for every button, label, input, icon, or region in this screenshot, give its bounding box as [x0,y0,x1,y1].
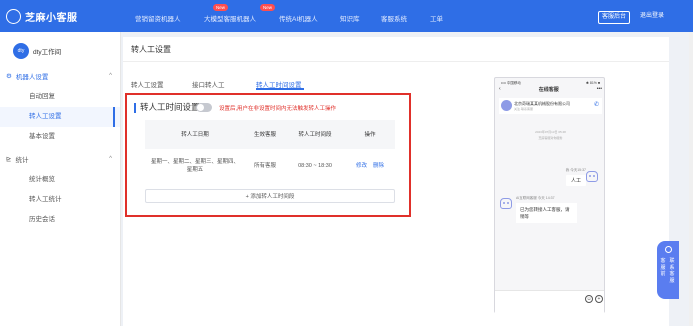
float-label-2: 联系客服 [669,258,675,284]
cell-time-range: 08:30 ~ 18:30 [298,163,332,169]
chat-title: 在线客服 [538,87,559,93]
sidebar-group-robot[interactable]: ⚙ 机器人设置 ^ [6,71,112,81]
divider [123,61,669,62]
chevron-up-icon: ^ [109,73,112,79]
company-sub: 关注·联系客服 [514,107,533,111]
sidebar-item-history[interactable]: 历史会话 [0,210,120,230]
sidebar-item-transfer-label: 转人工设置 [29,113,62,120]
user-avatar-icon [586,171,598,182]
table-header: 转人工日期 生效客服 转人工时间段 操作 [145,120,395,149]
user-message: 人工 [565,175,586,186]
workspace-name: dty工作间 [33,49,62,56]
emoji-icon: ☺ [585,295,593,303]
section-hint: 设置后,用户在非设置时间内无法触发转人工操作 [219,106,337,112]
sidebar-item-transfer[interactable]: 转人工设置 [0,107,120,127]
sidebar-item-overview[interactable]: 统计概览 [0,170,120,190]
transfer-time-toggle[interactable] [196,103,212,112]
floating-contact-button[interactable]: 客服前 联系客服 [657,241,679,299]
col-agents: 生效客服 [253,131,276,138]
back-icon: ‹ [499,86,501,92]
logout-button[interactable]: 退出登录 [637,11,667,24]
sidebar: dty dty工作间 ⚙ 机器人设置 ^ 自动回复 转人工设置 基本设置 ⊵ 统… [0,32,121,326]
chart-icon: ⊵ [6,156,12,163]
brand-logo-icon [6,9,21,24]
sidebar-group-stats[interactable]: ⊵ 统计 ^ [6,154,112,164]
nav-llm-bot-label: 大模型客服机器人 [204,16,256,23]
chat-header: ‹ 在线客服 ••• [499,86,602,93]
col-date: 转人工日期 [181,131,209,138]
nav-service-system[interactable]: 客服系统 [381,13,407,23]
phone-call-icon: ✆ [593,102,599,108]
float-label-1: 客服前 [660,258,666,277]
workspace-switcher[interactable]: dty dty工作间 [13,43,61,59]
nav-ticket[interactable]: 工单 [430,13,443,23]
section-marker [134,103,136,113]
nav-knowledge[interactable]: 知识库 [340,13,360,23]
user-label: 我 今天15:37 [565,168,586,172]
more-icon: ••• [596,86,602,92]
col-actions: 操作 [364,131,376,138]
bot-avatar-icon [500,198,512,209]
new-badge: New [213,4,229,11]
chat-input-bar: ☺ + [495,290,604,313]
main-content: 转人工设置 转人工设置 接口转人工 转人工时间设置 转人工时间设置 设置后,用户… [123,37,669,326]
tab-transfer-settings[interactable]: 转人工设置 [131,79,164,89]
new-badge: New [260,4,276,11]
nav-ai-bot[interactable]: 传统AI机器人 New [260,4,318,23]
service-icon [665,246,672,253]
bot-message: 已为您转接人工客服，请稍等 [516,203,577,223]
page-title: 转人工设置 [131,45,171,54]
transfer-time-panel: 转人工时间设置 设置后,用户在非设置时间内无法触发转人工操作 转人工日期 生效客… [125,93,411,217]
active-indicator [113,107,115,127]
sidebar-group-stats-label: 统计 [15,157,29,164]
company-card: 北京奇瑞某某机械股份有限公司 关注·联系客服 ✆ [499,98,602,114]
edit-link[interactable]: 修改 [356,162,367,170]
nav-marketing[interactable]: 营销留资机器人 [135,13,181,23]
workspace-avatar: dty [13,43,29,59]
cell-dates: 星期一、星期二、星期三、星期四、星期五 [150,159,239,173]
sidebar-group-robot-label: 机器人设置 [15,74,49,81]
col-time-range: 转人工时间段 [298,131,332,138]
bot-label: AI互联网客服 今天 14:37 [516,196,555,200]
chat-timestamp: 2023年07月13日 05:48 [535,130,566,134]
sidebar-item-basic[interactable]: 基本设置 [0,127,120,147]
plus-icon: + [595,295,603,303]
cell-actions: 修改 删除 [345,149,395,183]
sidebar-item-transfer-stats[interactable]: 转人工统计 [0,190,120,210]
gear-icon: ⚙ [6,73,12,80]
top-bar: 芝麻小客服 营销留资机器人 大模型客服机器人 New 传统AI机器人 New 知… [0,0,693,32]
add-time-range-button[interactable]: + 添加转人工时间段 [145,189,395,203]
delete-link[interactable]: 删除 [373,162,384,170]
service-backend-button[interactable]: 客服后台 [598,11,631,24]
company-avatar [501,100,512,111]
sidebar-item-auto-reply[interactable]: 自动回复 [0,87,120,107]
chat-system-note: 芝麻客服对你服务 [538,136,563,140]
cell-agents: 所有客服 [253,163,276,169]
active-tab-underline [256,88,304,90]
chevron-up-icon: ^ [109,156,112,162]
time-table: 转人工日期 生效客服 转人工时间段 操作 星期一、星期二、星期三、星期四、星期五… [145,120,395,183]
page-scrollbar[interactable] [689,32,693,326]
table-row: 星期一、星期二、星期三、星期四、星期五 所有客服 08:30 ~ 18:30 修… [145,149,395,183]
brand-name: 芝麻小客服 [25,13,78,24]
tab-api-transfer[interactable]: 接口转人工 [192,79,225,89]
nav-ai-bot-label: 传统AI机器人 [279,16,318,23]
nav-llm-bot[interactable]: 大模型客服机器人 New [204,4,256,23]
section-title: 转人工时间设置 [140,102,200,112]
mobile-preview: •••• 中国移动 ✱ 81% ■ ‹ 在线客服 ••• 北京奇瑞某某机械股份有… [494,77,605,313]
toggle-knob [197,104,204,111]
brand[interactable]: 芝麻小客服 [6,9,78,24]
